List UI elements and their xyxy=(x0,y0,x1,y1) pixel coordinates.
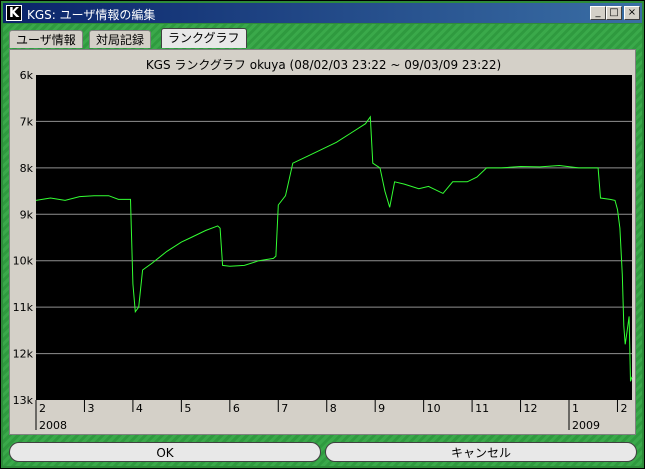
x-tick-label: 9 xyxy=(378,402,385,415)
x-tick-label: 1 xyxy=(572,402,579,415)
x-year-label: 2009 xyxy=(572,419,600,432)
user-info-window: K KGS: ユーザ情報の編集 _ □ × ユーザ情報 対局記録 ランクグラフ … xyxy=(0,0,645,469)
rank-chart: 6k7k8k9k10k11k12k13k 2345678910111212320… xyxy=(13,69,633,432)
x-tick-label: 2 xyxy=(620,402,627,415)
x-year-label: 2008 xyxy=(39,419,67,432)
x-tick-label: 11 xyxy=(475,402,489,415)
y-tick-label: 7k xyxy=(20,115,34,128)
tab-user-info[interactable]: ユーザ情報 xyxy=(9,30,83,48)
window-content: ユーザ情報 対局記録 ランクグラフ KGS ランクグラフ okuya (08/0… xyxy=(3,24,642,466)
tab-game-records[interactable]: 対局記録 xyxy=(89,30,152,48)
x-tick-label: 2 xyxy=(39,402,46,415)
close-button[interactable]: × xyxy=(624,6,640,20)
y-tick-label: 13k xyxy=(13,394,34,407)
x-tick-label: 10 xyxy=(427,402,441,415)
minimize-button[interactable]: _ xyxy=(590,6,606,20)
maximize-button[interactable]: □ xyxy=(606,6,622,20)
x-tick-label: 7 xyxy=(281,402,288,415)
y-tick-label: 12k xyxy=(13,348,34,361)
tab-rank-graph[interactable]: ランクグラフ xyxy=(161,28,247,48)
plot-area xyxy=(36,75,632,400)
y-tick-label: 8k xyxy=(20,162,34,175)
kgs-app-icon: K xyxy=(6,5,22,21)
x-tick-label: 4 xyxy=(136,402,143,415)
cancel-button[interactable]: キャンセル xyxy=(325,442,637,462)
x-tick-label: 5 xyxy=(184,402,191,415)
y-tick-label: 6k xyxy=(20,69,34,82)
y-tick-label: 9k xyxy=(20,208,34,221)
x-tick-label: 6 xyxy=(233,402,240,415)
title-bar[interactable]: K KGS: ユーザ情報の編集 _ □ × xyxy=(3,3,642,23)
y-tick-label: 10k xyxy=(13,255,34,268)
x-tick-label: 3 xyxy=(87,402,94,415)
x-tick-label: 12 xyxy=(524,402,538,415)
y-tick-label: 11k xyxy=(13,301,34,314)
window-title: KGS: ユーザ情報の編集 xyxy=(27,8,156,22)
rank-graph-panel: KGS ランクグラフ okuya (08/02/03 23:22 ~ 09/03… xyxy=(9,49,636,435)
ok-button[interactable]: OK xyxy=(9,442,321,462)
x-tick-label: 8 xyxy=(330,402,337,415)
